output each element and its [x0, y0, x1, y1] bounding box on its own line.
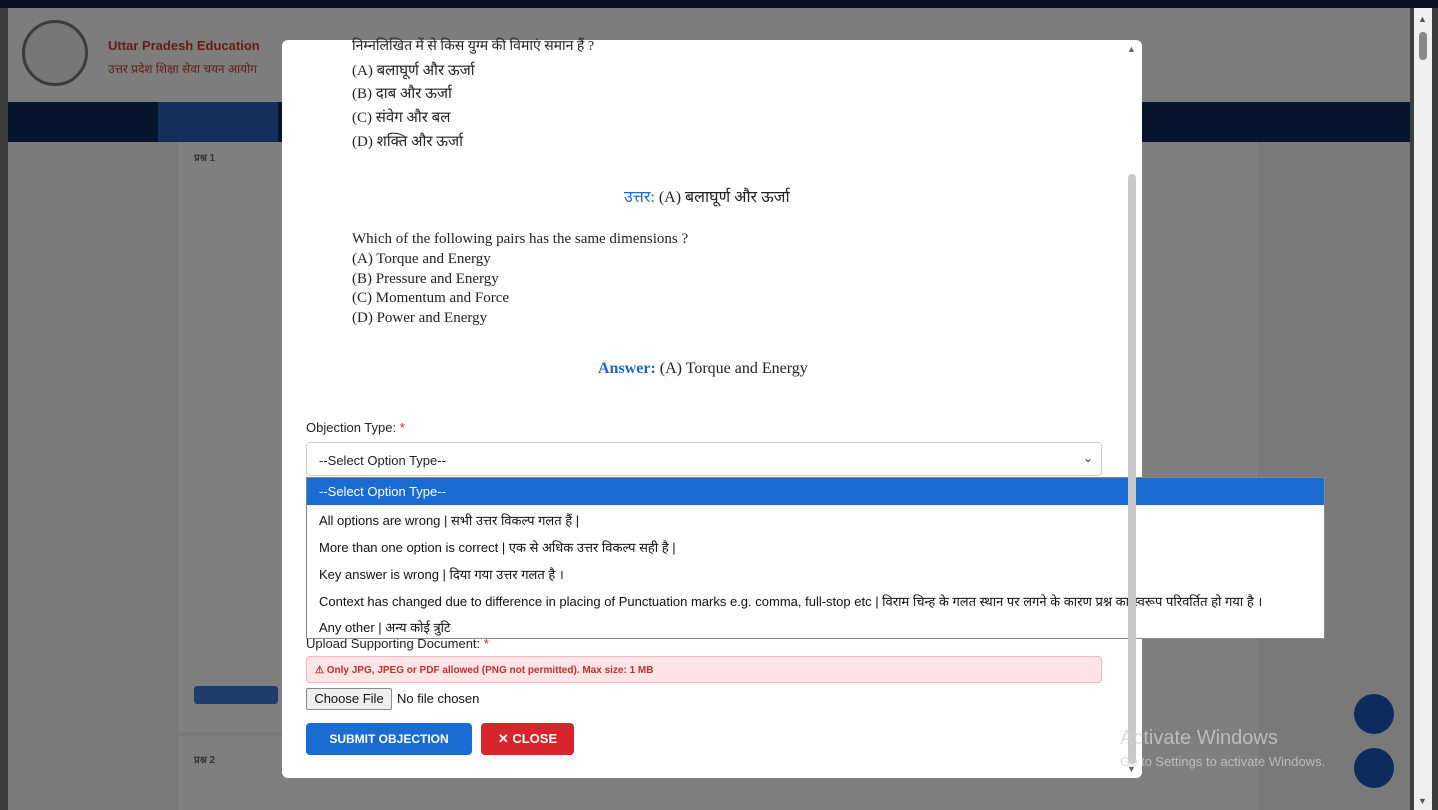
file-type-alert: ⚠ Only JPG, JPEG or PDF allowed (PNG not… — [306, 656, 1102, 683]
objection-type-label-text: Objection Type: — [306, 420, 397, 435]
dropdown-option[interactable]: Context has changed due to difference in… — [307, 586, 1324, 613]
option-hi: (C) संवेग और बल — [352, 110, 451, 126]
option-en: (B) Pressure and Energy — [352, 271, 499, 287]
answer-hi: उत्तर: (A) बलाघूर्ण और ऊर्जा — [624, 185, 790, 207]
option-label: Any other | अन्य कोई त्रुटि — [319, 620, 451, 635]
option-hi: (B) दाब और ऊर्जा — [352, 86, 452, 102]
alert-text: ⚠ Only JPG, JPEG or PDF allowed (PNG not… — [315, 665, 654, 676]
option-label: Context has changed due to difference in… — [319, 594, 1263, 609]
option-en: (C) Momentum and Force — [352, 290, 510, 306]
submit-objection-button[interactable]: SUBMIT OBJECTION — [306, 723, 472, 755]
answer-en-value: (A) Torque and Energy — [659, 360, 808, 377]
dropdown-option[interactable]: Any other | अन्य कोई त्रुटि — [307, 612, 1324, 639]
dropdown-option[interactable]: More than one option is correct | एक से … — [307, 532, 1324, 559]
required-mark: * — [399, 420, 405, 435]
scroll-up-icon[interactable]: ▲ — [1418, 14, 1427, 24]
option-en: (D) Power and Energy — [352, 310, 488, 326]
answer-en: Answer: (A) Torque and Energy — [598, 360, 808, 378]
dropdown-option[interactable]: All options are wrong | सभी उत्तर विकल्प… — [307, 505, 1324, 532]
objection-type-label: Objection Type: * — [306, 420, 405, 435]
scroll-up-icon[interactable]: ▲ — [1127, 44, 1136, 54]
chevron-down-icon: ⌄ — [1082, 451, 1093, 465]
file-status: No file chosen — [397, 691, 480, 706]
page-scrollbar[interactable]: ▲ ▼ — [1414, 8, 1432, 810]
scroll-down-icon[interactable]: ▼ — [1418, 796, 1427, 806]
option-en: (A) Torque and Energy — [352, 251, 491, 267]
objection-type-select[interactable]: --Select Option Type-- ⌄ — [306, 442, 1102, 476]
modal-scrollbar-thumb[interactable] — [1128, 174, 1136, 764]
activate-windows-title: Activate Windows — [1120, 727, 1278, 749]
option-hi: (D) शक्ति और ऊर्जा — [352, 134, 464, 150]
question-text-hi: निम्नलिखित में से किस युग्म की विमाएं सम… — [352, 39, 595, 54]
choose-file-button[interactable]: Choose File — [306, 688, 392, 710]
close-button[interactable]: ✕ CLOSE — [481, 723, 574, 755]
dropdown-option[interactable]: --Select Option Type-- — [307, 478, 1324, 505]
answer-hi-value: (A) बलाघूर्ण और ऊर्जा — [658, 189, 790, 206]
modal-scrollbar[interactable]: ▲ ▼ — [1124, 40, 1140, 778]
question-text-en: Which of the following pairs has the sam… — [352, 231, 689, 247]
option-hi: (A) बलाघूर्ण और ऊर्जा — [352, 63, 475, 79]
answer-en-label: Answer: — [598, 360, 656, 377]
dropdown-option[interactable]: Key answer is wrong | दिया गया उत्तर गलत… — [307, 559, 1324, 586]
activate-windows-subtitle: Go to Settings to activate Windows. — [1120, 754, 1326, 769]
select-value: --Select Option Type-- — [319, 453, 446, 468]
option-label: --Select Option Type-- — [319, 484, 446, 499]
scrollbar-thumb[interactable] — [1419, 32, 1427, 60]
option-label: All options are wrong | सभी उत्तर विकल्प… — [319, 513, 580, 528]
option-label: More than one option is correct | एक से … — [319, 540, 676, 555]
objection-type-dropdown: --Select Option Type-- All options are w… — [306, 477, 1325, 639]
answer-hi-label: उत्तर: — [624, 189, 655, 206]
option-label: Key answer is wrong | दिया गया उत्तर गलत… — [319, 567, 564, 582]
